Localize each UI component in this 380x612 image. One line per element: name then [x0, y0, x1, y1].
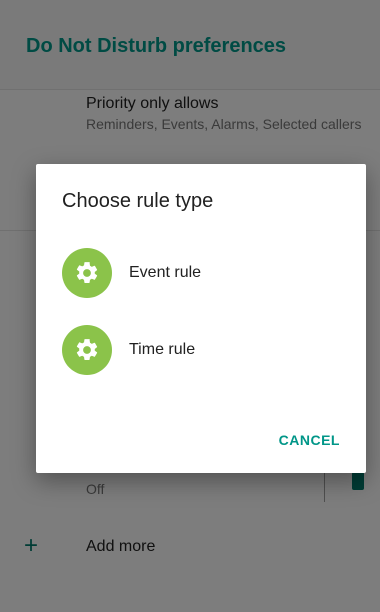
- dialog-title: Choose rule type: [62, 190, 214, 212]
- event-rule-label: Event rule: [129, 264, 202, 281]
- choose-rule-type-dialog: Choose rule type Event rule Time rule CA…: [36, 164, 366, 473]
- time-rule-option[interactable]: Time rule: [36, 317, 366, 383]
- event-rule-option[interactable]: Event rule: [36, 240, 366, 306]
- gear-icon: [62, 248, 112, 298]
- time-rule-label: Time rule: [129, 341, 196, 358]
- gear-icon: [62, 325, 112, 375]
- cancel-button[interactable]: CANCEL: [279, 432, 340, 448]
